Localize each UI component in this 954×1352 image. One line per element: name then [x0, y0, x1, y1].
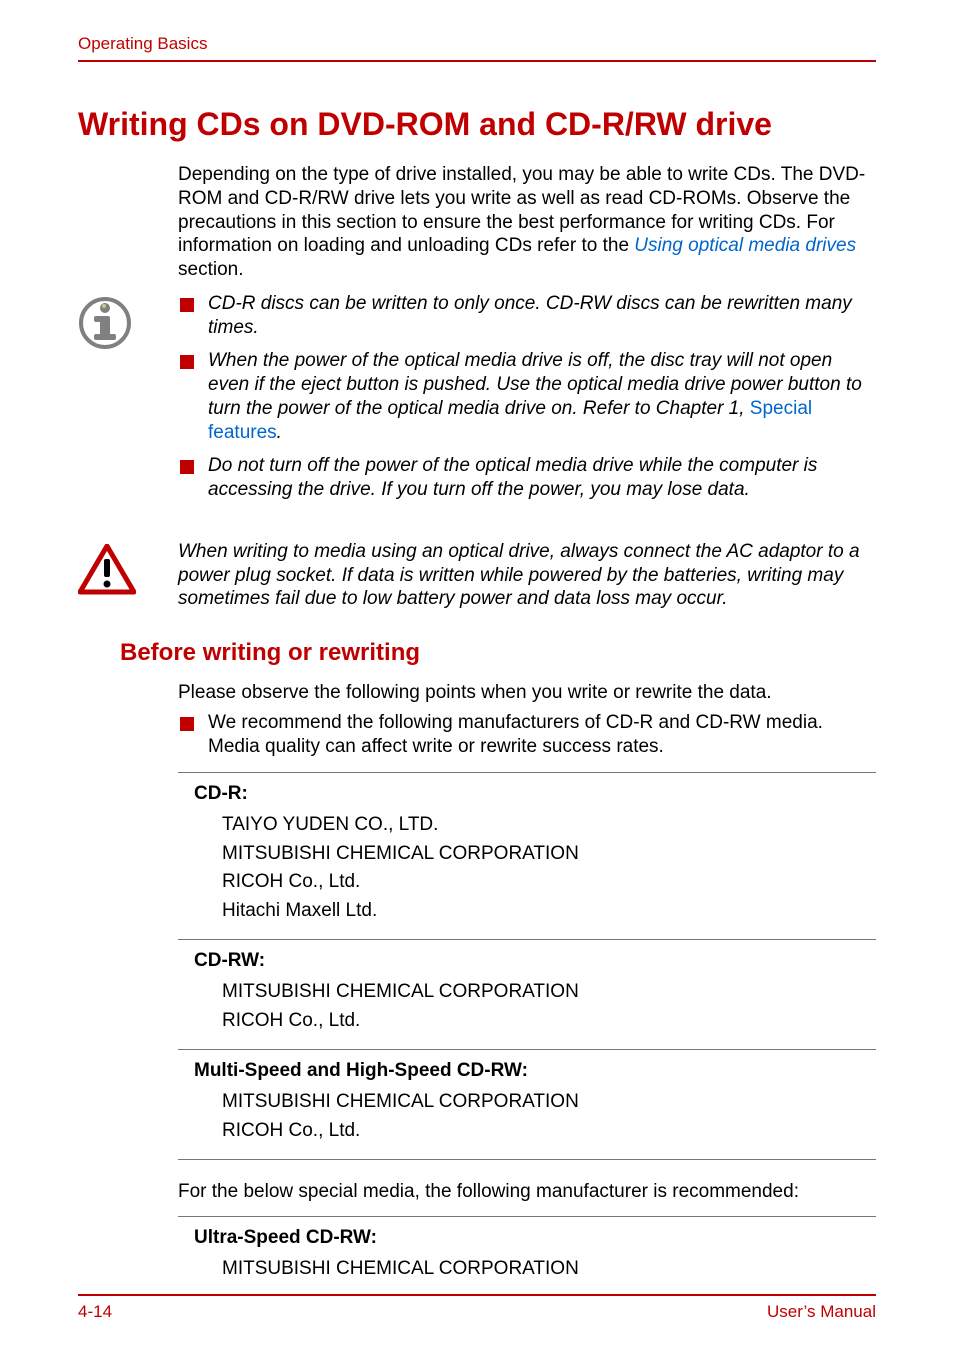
media-cdr-item: RICOH Co., Ltd. — [222, 868, 860, 897]
media-cdr-title: CD-R: — [194, 783, 860, 805]
caution-callout: When writing to media using an optical d… — [78, 540, 876, 611]
media-cdr-item: Hitachi Maxell Ltd. — [222, 897, 860, 926]
before-bullet-1: We recommend the following manufacturers… — [178, 711, 876, 759]
media-mshs-title: Multi-Speed and High-Speed CD-RW: — [194, 1060, 860, 1082]
link-using-optical-media-drives[interactable]: Using optical media drives — [634, 235, 856, 256]
recommended-media-table: CD-R: TAIYO YUDEN CO., LTD. MITSUBISHI C… — [178, 772, 876, 1297]
media-mshs-item: RICOH Co., Ltd. — [222, 1117, 860, 1146]
media-multispeed-highspeed-cdrw: Multi-Speed and High-Speed CD-RW: MITSUB… — [178, 1049, 876, 1160]
media-ultra-title: Ultra-Speed CD-RW: — [194, 1227, 860, 1249]
info-bullet-2: When the power of the optical media driv… — [178, 349, 876, 444]
caution-text: When writing to media using an optical d… — [178, 540, 876, 611]
intro-text-post: section. — [178, 259, 243, 280]
running-header: Operating Basics — [78, 34, 876, 62]
media-cdrw-item: RICOH Co., Ltd. — [222, 1007, 860, 1036]
caution-icon — [78, 544, 136, 596]
heading-2-before-writing: Before writing or rewriting — [120, 639, 876, 667]
info-bullet-2-post: . — [277, 422, 282, 443]
media-mshs-item: MITSUBISHI CHEMICAL CORPORATION — [222, 1088, 860, 1117]
page-footer: 4-14 User’s Manual — [78, 1294, 876, 1322]
special-media-note: For the below special media, the followi… — [178, 1180, 876, 1204]
intro-paragraph: Depending on the type of drive installed… — [178, 163, 876, 282]
media-ultra-item: MITSUBISHI CHEMICAL CORPORATION — [222, 1255, 860, 1284]
before-intro: Please observe the following points when… — [178, 681, 876, 705]
info-callout: CD-R discs can be written to only once. … — [78, 292, 876, 512]
info-bullet-1: CD-R discs can be written to only once. … — [178, 292, 876, 340]
heading-1: Writing CDs on DVD-ROM and CD-R/RW drive — [78, 106, 876, 143]
footer-page-number: 4-14 — [78, 1302, 112, 1322]
media-cdrw: CD-RW: MITSUBISHI CHEMICAL CORPORATION R… — [178, 939, 876, 1049]
info-icon — [78, 296, 132, 350]
media-cdr-item: TAIYO YUDEN CO., LTD. — [222, 811, 860, 840]
media-cdrw-title: CD-RW: — [194, 950, 860, 972]
media-cdr-item: MITSUBISHI CHEMICAL CORPORATION — [222, 840, 860, 869]
media-cdr: CD-R: TAIYO YUDEN CO., LTD. MITSUBISHI C… — [178, 772, 876, 939]
footer-manual-title: User’s Manual — [767, 1302, 876, 1322]
info-bullet-3: Do not turn off the power of the optical… — [178, 454, 876, 502]
media-cdrw-item: MITSUBISHI CHEMICAL CORPORATION — [222, 978, 860, 1007]
media-ultraspeed-cdrw: Ultra-Speed CD-RW: MITSUBISHI CHEMICAL C… — [178, 1216, 876, 1298]
